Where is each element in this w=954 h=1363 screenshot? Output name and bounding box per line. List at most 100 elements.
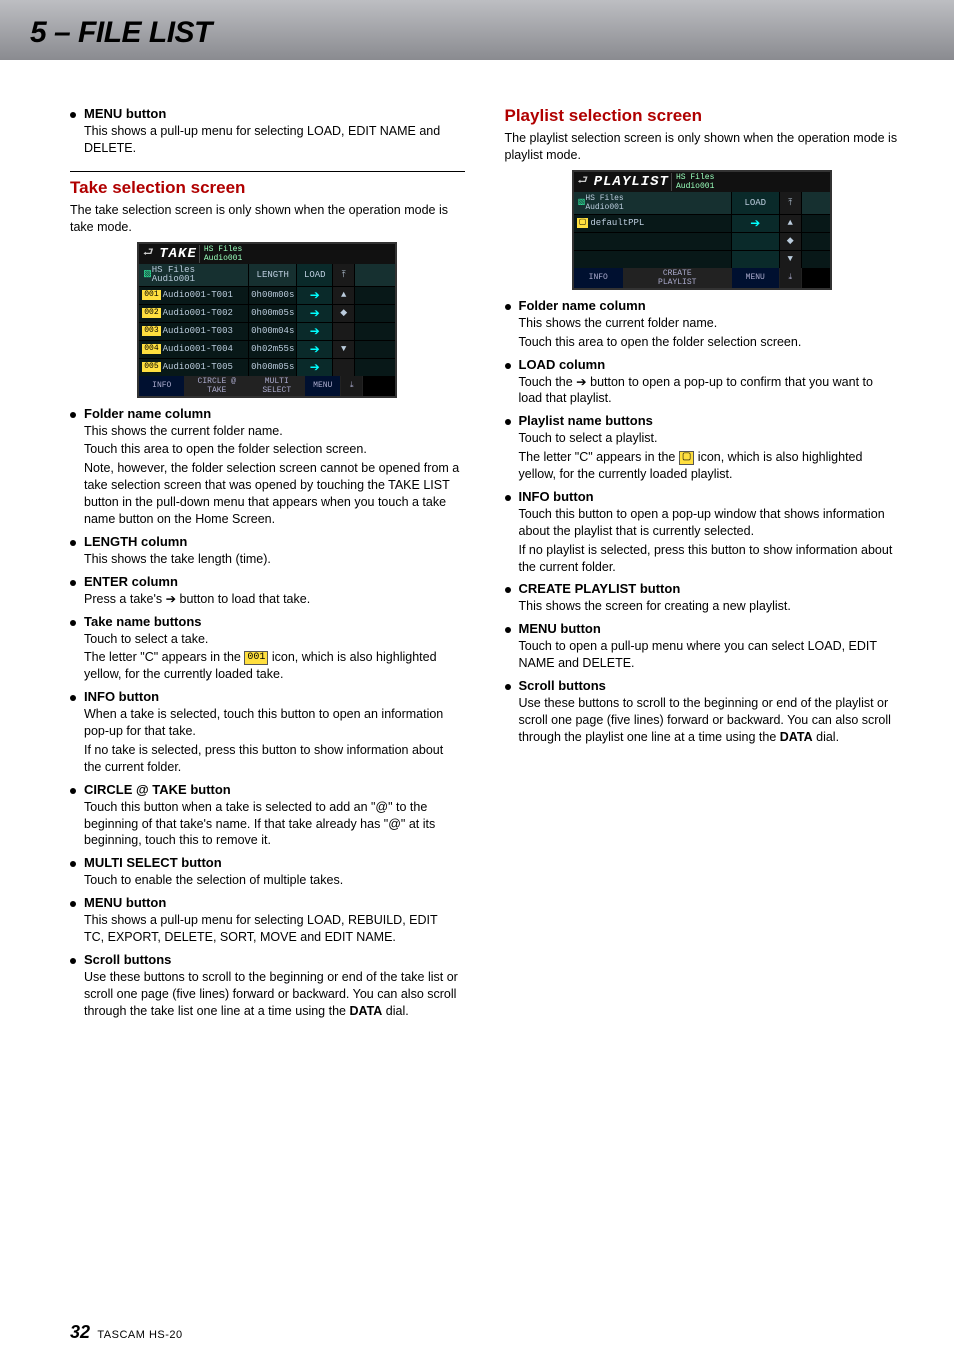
- bullet-icon: [70, 112, 76, 118]
- item-body: Use these buttons to scroll to the begin…: [84, 969, 461, 1020]
- item-body: This shows a pull-up menu for selecting …: [84, 123, 461, 157]
- back-icon[interactable]: ⮐: [139, 243, 157, 264]
- scroll-bottom-icon[interactable]: ⤓: [780, 268, 802, 288]
- bullet-icon: [505, 684, 511, 690]
- circle-take-button[interactable]: CIRCLE @ TAKE: [185, 376, 249, 396]
- section-intro: The playlist selection screen is only sh…: [505, 130, 900, 164]
- section-title-playlist: Playlist selection screen: [505, 106, 900, 126]
- bullet-icon: [505, 587, 511, 593]
- item-title: MENU button: [84, 895, 166, 910]
- load-header: LOAD: [297, 264, 333, 286]
- load-header: LOAD: [732, 192, 780, 214]
- item-body: Touch to open a pull-up menu where you c…: [519, 638, 896, 672]
- item-title: MENU button: [84, 106, 166, 121]
- item-title: Playlist name buttons: [519, 413, 653, 428]
- take-row-name[interactable]: 003Audio001-T003: [139, 323, 249, 340]
- load-button[interactable]: ➔: [732, 215, 780, 232]
- chapter-title: 5 – FILE LIST: [30, 16, 924, 50]
- page-content: MENU button This shows a pull-up menu fo…: [0, 60, 954, 1042]
- take-row-length: 0h00m05s: [249, 359, 297, 376]
- scroll-icon[interactable]: ▼: [333, 341, 355, 358]
- item-body: Touch to select a playlist.The letter "C…: [519, 430, 896, 483]
- menu-button[interactable]: MENU: [732, 268, 780, 288]
- item-circle-take-button: CIRCLE @ TAKE button: [70, 782, 465, 797]
- scroll-icon[interactable]: [333, 323, 355, 340]
- take-row-name[interactable]: 005Audio001-T005: [139, 359, 249, 376]
- device-title: PLAYLIST: [592, 174, 671, 190]
- info-button[interactable]: INFO: [574, 268, 624, 288]
- bullet-icon: [505, 495, 511, 501]
- take-row-name[interactable]: 001Audio001-T001: [139, 287, 249, 304]
- item-create-playlist-button: CREATE PLAYLIST button: [505, 581, 900, 596]
- take-row-length: 0h00m04s: [249, 323, 297, 340]
- item-title: Folder name column: [84, 406, 211, 421]
- take-row-name[interactable]: 002Audio001-T002: [139, 305, 249, 322]
- length-header: LENGTH: [249, 264, 297, 286]
- section-intro: The take selection screen is only shown …: [70, 202, 465, 236]
- create-playlist-button[interactable]: CREATE PLAYLIST: [624, 268, 732, 288]
- take-badge-icon: 001: [244, 651, 268, 665]
- bullet-icon: [70, 788, 76, 794]
- bullet-icon: [70, 540, 76, 546]
- item-body: When a take is selected, touch this butt…: [84, 706, 461, 776]
- take-device: ⮐ TAKE HS Files Audio001 ▧ HS Files Audi…: [137, 242, 397, 398]
- bullet-icon: [505, 363, 511, 369]
- item-info-button: INFO button: [505, 489, 900, 504]
- item-menu-button-top: MENU button: [70, 106, 465, 121]
- folder-name-header[interactable]: ▧ HS Files Audio001: [574, 192, 732, 214]
- menu-button[interactable]: MENU: [305, 376, 341, 396]
- item-multi-select-button: MULTI SELECT button: [70, 855, 465, 870]
- page-number: 32: [70, 1322, 90, 1342]
- right-column: Playlist selection screen The playlist s…: [505, 100, 900, 1022]
- info-button[interactable]: INFO: [139, 376, 185, 396]
- take-row-load[interactable]: ➔: [297, 359, 333, 376]
- take-row-length: 0h00m05s: [249, 305, 297, 322]
- page-footer: 32 TASCAM HS-20: [0, 1322, 954, 1363]
- multi-select-button[interactable]: MULTI SELECT: [249, 376, 305, 396]
- item-body: This shows the current folder name.Touch…: [84, 423, 461, 528]
- item-body: This shows a pull-up menu for selecting …: [84, 912, 461, 946]
- item-body: Touch this button when a take is selecte…: [84, 799, 461, 850]
- playlist-row-name[interactable]: ▢ defaultPPL: [574, 215, 732, 232]
- scroll-top-icon[interactable]: ⤒: [333, 264, 355, 286]
- scroll-bottom-icon[interactable]: ⤓: [341, 376, 363, 396]
- take-row-load[interactable]: ➔: [297, 287, 333, 304]
- bullet-icon: [505, 304, 511, 310]
- scroll-indicator[interactable]: ◆: [780, 233, 802, 250]
- take-badge: 004: [142, 344, 160, 354]
- scroll-icon[interactable]: [333, 359, 355, 376]
- folder-icon: ▢: [577, 218, 589, 228]
- take-device-figure: ⮐ TAKE HS Files Audio001 ▧ HS Files Audi…: [70, 242, 465, 398]
- item-body: Touch the ➔ button to open a pop-up to c…: [519, 374, 896, 408]
- take-row-load[interactable]: ➔: [297, 323, 333, 340]
- item-title: LENGTH column: [84, 534, 187, 549]
- folder-name-header[interactable]: ▧ HS Files Audio001: [139, 264, 249, 286]
- back-icon[interactable]: ⮐: [574, 171, 592, 192]
- item-body: This shows the take length (time).: [84, 551, 461, 568]
- item-title: INFO button: [84, 689, 159, 704]
- item-title: CREATE PLAYLIST button: [519, 581, 681, 596]
- folder-icon: ▢: [679, 451, 694, 465]
- take-row-name[interactable]: 004Audio001-T004: [139, 341, 249, 358]
- scroll-top-icon[interactable]: ⤒: [780, 192, 802, 214]
- scroll-icon[interactable]: ▲: [333, 287, 355, 304]
- device-title: TAKE: [157, 246, 199, 262]
- take-row-load[interactable]: ➔: [297, 305, 333, 322]
- bullet-icon: [70, 901, 76, 907]
- scroll-icon[interactable]: ◆: [333, 305, 355, 322]
- item-info-button: INFO button: [70, 689, 465, 704]
- bullet-icon: [70, 695, 76, 701]
- item-body: This shows the current folder name.Touch…: [519, 315, 896, 351]
- scroll-up-icon[interactable]: ▲: [780, 215, 802, 232]
- bullet-icon: [505, 627, 511, 633]
- item-title: MULTI SELECT button: [84, 855, 222, 870]
- item-body: Use these buttons to scroll to the begin…: [519, 695, 896, 746]
- item-title: Take name buttons: [84, 614, 202, 629]
- take-row-load[interactable]: ➔: [297, 341, 333, 358]
- chapter-header: 5 – FILE LIST: [0, 0, 954, 60]
- scroll-down-icon[interactable]: ▼: [780, 251, 802, 268]
- item-title: Scroll buttons: [519, 678, 606, 693]
- take-badge: 002: [142, 308, 160, 318]
- item-folder-name-column: Folder name column: [505, 298, 900, 313]
- take-badge: 005: [142, 362, 160, 372]
